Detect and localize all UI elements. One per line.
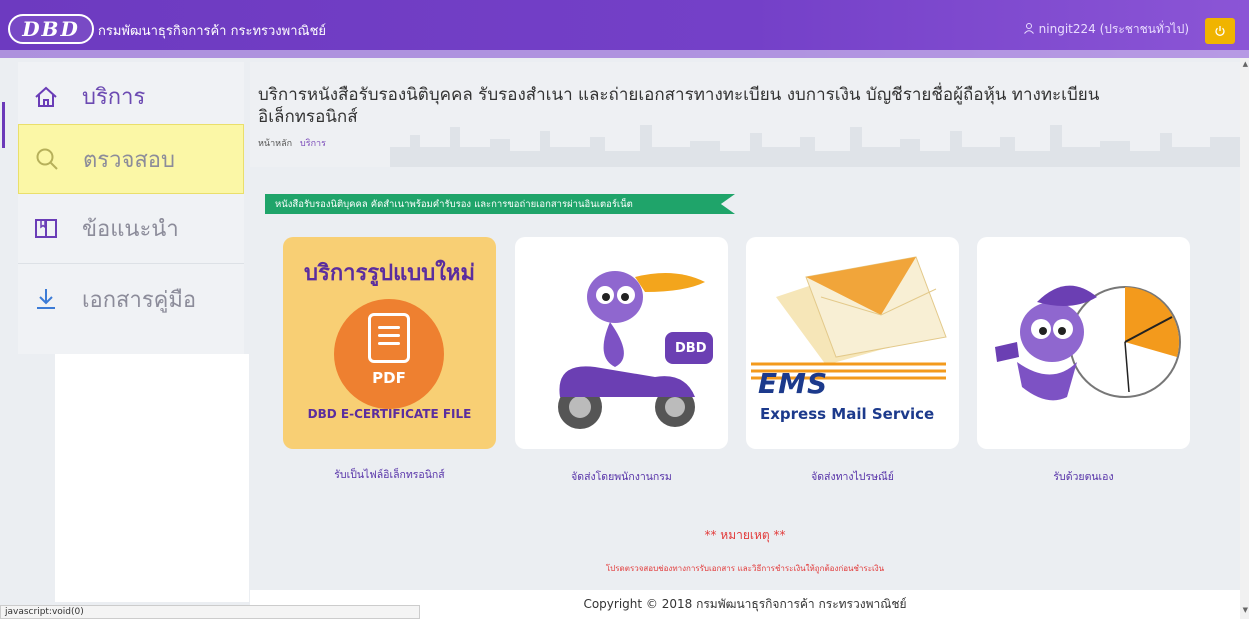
breadcrumb: หน้าหลัก บริการ <box>258 136 326 150</box>
home-icon <box>32 83 60 111</box>
sidebar-item-guide[interactable]: ข้อแนะนำ <box>18 194 244 264</box>
sidebar-item-label: เอกสารคู่มือ <box>82 287 197 313</box>
breadcrumb-home[interactable]: หน้าหลัก <box>258 136 292 150</box>
user-icon <box>1023 22 1035 37</box>
clock-mascot-illustration <box>995 285 1181 401</box>
card-staff-delivery[interactable]: DBD <box>515 237 728 449</box>
card-label-self[interactable]: รับด้วยตนเอง <box>977 468 1190 485</box>
org-name[interactable]: กรมพัฒนาธุรกิจการค้า กระทรวงพาณิชย์ <box>98 20 326 41</box>
sidebar-item-manual[interactable]: เอกสารคู่มือ <box>18 264 244 334</box>
main-content: บริการหนังสือรับรองนิติบุคคล รับรองสำเนา… <box>250 62 1240 602</box>
page-header: บริการหนังสือรับรองนิติบุคคล รับรองสำเนา… <box>250 62 1240 167</box>
note-title: ** หมายเหตุ ** <box>704 528 786 542</box>
sidebar: บริการ ตรวจสอบ ข้อแนะนำ เอกสารคู่มือ <box>18 62 244 354</box>
sidebar-item-services[interactable]: บริการ <box>18 62 244 132</box>
card-label-electronic[interactable]: รับเป็นไฟล์อิเล็กทรอนิกส์ <box>283 466 496 483</box>
scroll-up-arrow-icon[interactable]: ▲ <box>1243 60 1248 68</box>
user-label[interactable]: ningit224 (ประชาชนทั่วไป) <box>1039 20 1189 39</box>
sidebar-item-label: ตรวจสอบ <box>83 147 175 173</box>
pdf-badge: PDF <box>372 369 406 387</box>
card-title: บริการรูปแบบใหม่ <box>304 261 475 286</box>
envelope-illustration <box>776 256 947 365</box>
sidebar-item-check[interactable]: ตรวจสอบ <box>18 124 244 194</box>
dbd-logo[interactable]: DBD <box>8 14 94 44</box>
top-bar: DBD กรมพัฒนาธุรกิจการค้า กระทรวงพาณิชย์ … <box>0 0 1249 58</box>
search-icon <box>33 145 61 173</box>
card-label-postal[interactable]: จัดส่งทางไปรษณีย์ <box>746 468 959 485</box>
card-electronic-file[interactable]: บริการรูปแบบใหม่ PDF DBD E-CERTIFICATE F… <box>283 237 496 449</box>
user-menu[interactable]: ningit224 (ประชาชนทั่วไป) <box>1023 20 1189 39</box>
book-icon <box>32 215 60 243</box>
ems-brand: EMS <box>758 367 829 400</box>
status-bar: javascript:void(0) <box>0 605 420 619</box>
card-label-staff[interactable]: จัดส่งโดยพนักงานกรม <box>515 468 728 485</box>
scooter-mascot-illustration: DBD <box>558 271 713 429</box>
logout-button[interactable] <box>1205 18 1235 44</box>
scooter-badge: DBD <box>675 341 707 356</box>
section-banner: หนังสือรับรองนิติบุคคล คัดสำเนาพร้อมคำรั… <box>265 194 735 214</box>
sidebar-item-label: ข้อแนะนำ <box>82 217 179 242</box>
card-self-pickup[interactable] <box>977 237 1190 449</box>
scrollbar[interactable] <box>1240 58 1249 619</box>
page-title: บริการหนังสือรับรองนิติบุคคล รับรองสำเนา… <box>258 85 1100 127</box>
card-postal[interactable]: EMS Express Mail Service <box>746 237 959 449</box>
sidebar-panel <box>55 354 249 602</box>
download-icon <box>32 285 60 313</box>
sidebar-item-label: บริการ <box>82 85 146 110</box>
scroll-down-arrow-icon[interactable]: ▼ <box>1243 606 1248 614</box>
ems-subtitle: Express Mail Service <box>760 405 935 423</box>
top-bar-strip <box>0 50 1249 58</box>
file-label: DBD E-CERTIFICATE FILE <box>307 407 472 421</box>
breadcrumb-current: บริการ <box>300 139 326 149</box>
power-icon <box>1215 26 1225 36</box>
active-marker <box>2 102 5 148</box>
note-text: โปรดตรวจสอบช่องทางการรับเอกสาร และวิธีกา… <box>605 564 885 573</box>
pdf-icon: PDF <box>334 299 444 409</box>
